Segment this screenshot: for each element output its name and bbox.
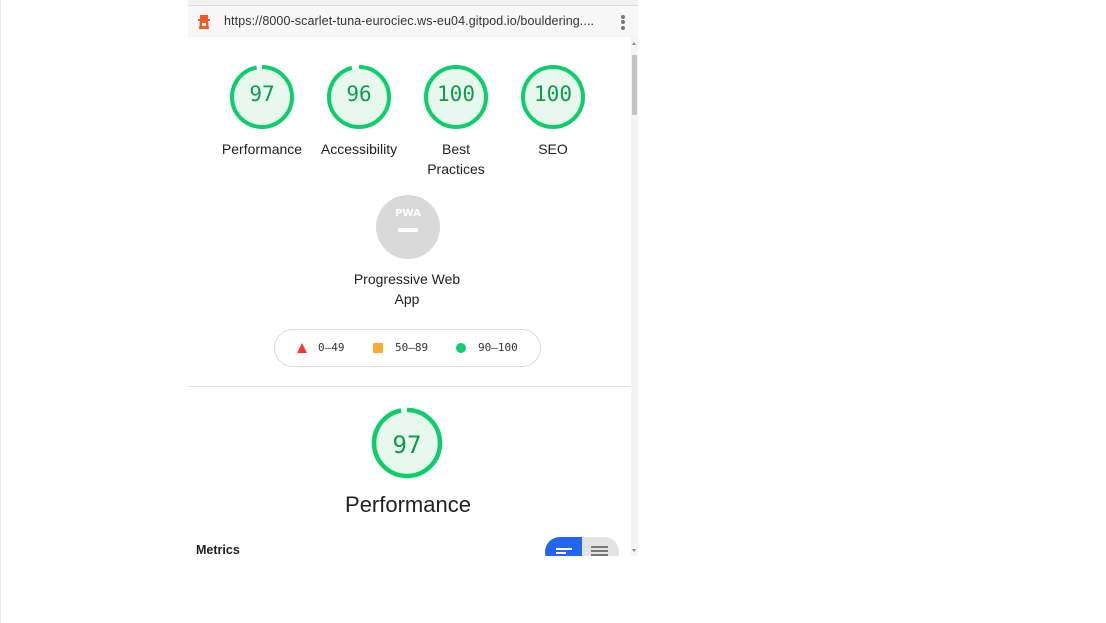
lighthouse-icon [198,15,210,29]
gauge-score: 96 [346,82,372,106]
gauge-score: 100 [534,82,572,106]
gauge-label: Best Practices [427,141,485,177]
gauge-best-practices[interactable]: 100 Best Practices [411,64,501,179]
score-legend: 0–49 50–89 90–100 [274,329,541,367]
report-content: 97 Performance 96 Accessibility 100 Best… [188,37,631,556]
vertical-scrollbar[interactable] [631,37,638,556]
gauge-performance[interactable]: 97 Performance [217,64,307,159]
expanded-view-button[interactable] [582,537,619,556]
legend-pass-label: 90–100 [478,341,518,354]
legend-average-label: 50–89 [395,341,429,354]
lighthouse-report-panel: https://8000-scarlet-tuna-eurociec.ws-eu… [188,0,638,556]
window-edge [0,0,1,623]
pwa-label: Progressive Web App [353,271,461,307]
more-options-icon[interactable] [618,13,628,31]
legend-fail-label: 0–49 [318,341,345,354]
metrics-view-toggle[interactable] [545,537,619,556]
scroll-thumb[interactable] [632,55,637,115]
square-icon [373,342,383,353]
pwa-badge-icon[interactable]: PWA [375,194,441,260]
legend-pass: 90–100 [456,341,518,354]
legend-average: 50–89 [373,341,428,354]
scroll-down-arrow-icon[interactable] [632,549,636,552]
gauge-label: Performance [221,141,303,157]
legend-fail: 0–49 [297,341,345,354]
circle-icon [456,342,466,353]
gauge-label: Accessibility [320,141,398,157]
list-expanded-icon [591,546,608,556]
pwa-badge-text: PWA [395,208,421,219]
gauge-score: 100 [437,82,475,106]
scroll-up-arrow-icon[interactable] [632,42,636,45]
gauge-accessibility[interactable]: 96 Accessibility [314,64,404,159]
gauge-score: 97 [249,82,275,106]
gauge-seo[interactable]: 100 SEO [508,64,598,159]
section-divider [188,386,631,387]
metrics-title: Metrics [196,543,240,556]
compact-view-button[interactable] [545,537,582,556]
url-text[interactable]: https://8000-scarlet-tuna-eurociec.ws-eu… [224,14,604,28]
list-compact-icon [556,548,572,556]
performance-title: Performance [345,492,471,517]
performance-score: 97 [392,431,422,459]
gauge-label: SEO [538,141,568,157]
url-bar[interactable]: https://8000-scarlet-tuna-eurociec.ws-eu… [188,6,638,37]
triangle-icon [297,342,307,353]
